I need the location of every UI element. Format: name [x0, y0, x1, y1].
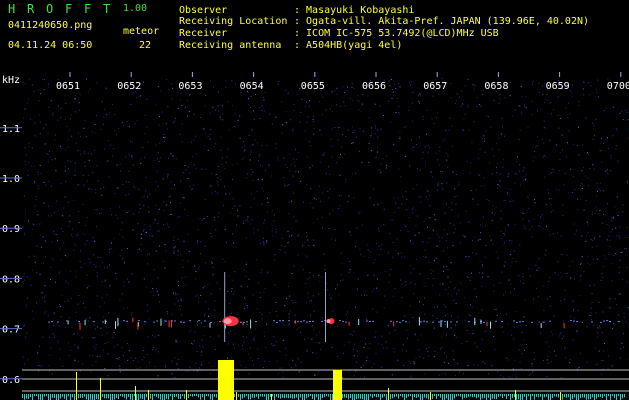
- y-tick-label: 1.0: [2, 174, 20, 185]
- x-tick-label: 0651: [56, 81, 80, 92]
- y-tick-label: 0.6: [2, 375, 20, 386]
- app-title-letter-f2: F: [84, 2, 92, 16]
- app-title-letter-r: R: [27, 2, 35, 16]
- antenna-value: : A504HB(yagi 4el): [294, 40, 403, 51]
- x-tick-label: 0658: [484, 81, 508, 92]
- x-tick-label: 0700: [607, 81, 629, 92]
- y-tick-label: 0.8: [2, 274, 20, 285]
- antenna-label: Receiving antenna: [179, 40, 282, 51]
- meteor-count-bars: [22, 360, 625, 400]
- meteor-label: meteor: [123, 26, 160, 37]
- header-panel: H R O F F T 1.00 0411240650.png meteor 0…: [0, 0, 629, 72]
- location-value: : Ogata-vill. Akita-Pref. JAPAN (139.96E…: [294, 16, 590, 27]
- y-tick-label: 0.7: [2, 325, 20, 336]
- x-tick-label: 0654: [240, 81, 264, 92]
- receiver-label: Receiver: [179, 28, 228, 39]
- x-tick-label: 0652: [117, 81, 141, 92]
- x-axis: 0651 0652 0653 0654 0655 0656 0657 0658 0659 0700: [56, 72, 629, 92]
- x-tick-label: 0653: [178, 81, 202, 92]
- y-tick-label: 1.1: [2, 124, 20, 135]
- x-tick-label: 0655: [301, 81, 325, 92]
- carrier-trace: [48, 317, 620, 330]
- y-tick-label: 0.9: [2, 224, 20, 235]
- receiver-value: : ICOM IC-575 53.7492(@LCD)MHz USB: [294, 28, 499, 39]
- meteor-echo: [325, 272, 335, 342]
- y-axis: kHz 1.1 1.0 0.9 0.8 0.7 0.6: [0, 75, 22, 386]
- app-title-letter-t: T: [103, 2, 111, 16]
- observer-label: Observer: [179, 5, 228, 16]
- x-tick-label: 0659: [546, 81, 570, 92]
- timestamp: 04.11.24 06:50: [8, 40, 93, 51]
- spectrogram-panel: kHz 1.1 1.0 0.9 0.8 0.7 0.6 0651 0652 0653 0654 065…: [0, 72, 629, 400]
- file-name: 0411240650.png: [8, 20, 93, 31]
- spectrogram-chart: kHz1.11.00.90.80.70.60651 0652 0653 0654 065…: [0, 72, 629, 400]
- location-label: Receiving Location: [179, 16, 288, 27]
- observer-value: : Masayuki Kobayashi: [294, 5, 415, 16]
- x-tick-label: 0657: [423, 81, 447, 92]
- app-title-letter-h: H: [8, 2, 16, 16]
- app-title-letter-o: O: [46, 2, 54, 16]
- x-tick-label: 0656: [362, 81, 386, 92]
- meteor-count: 22: [139, 40, 152, 51]
- y-axis-label: kHz: [2, 75, 20, 86]
- app-title-letter-f1: F: [65, 2, 73, 16]
- app-version: 1.00: [123, 3, 148, 14]
